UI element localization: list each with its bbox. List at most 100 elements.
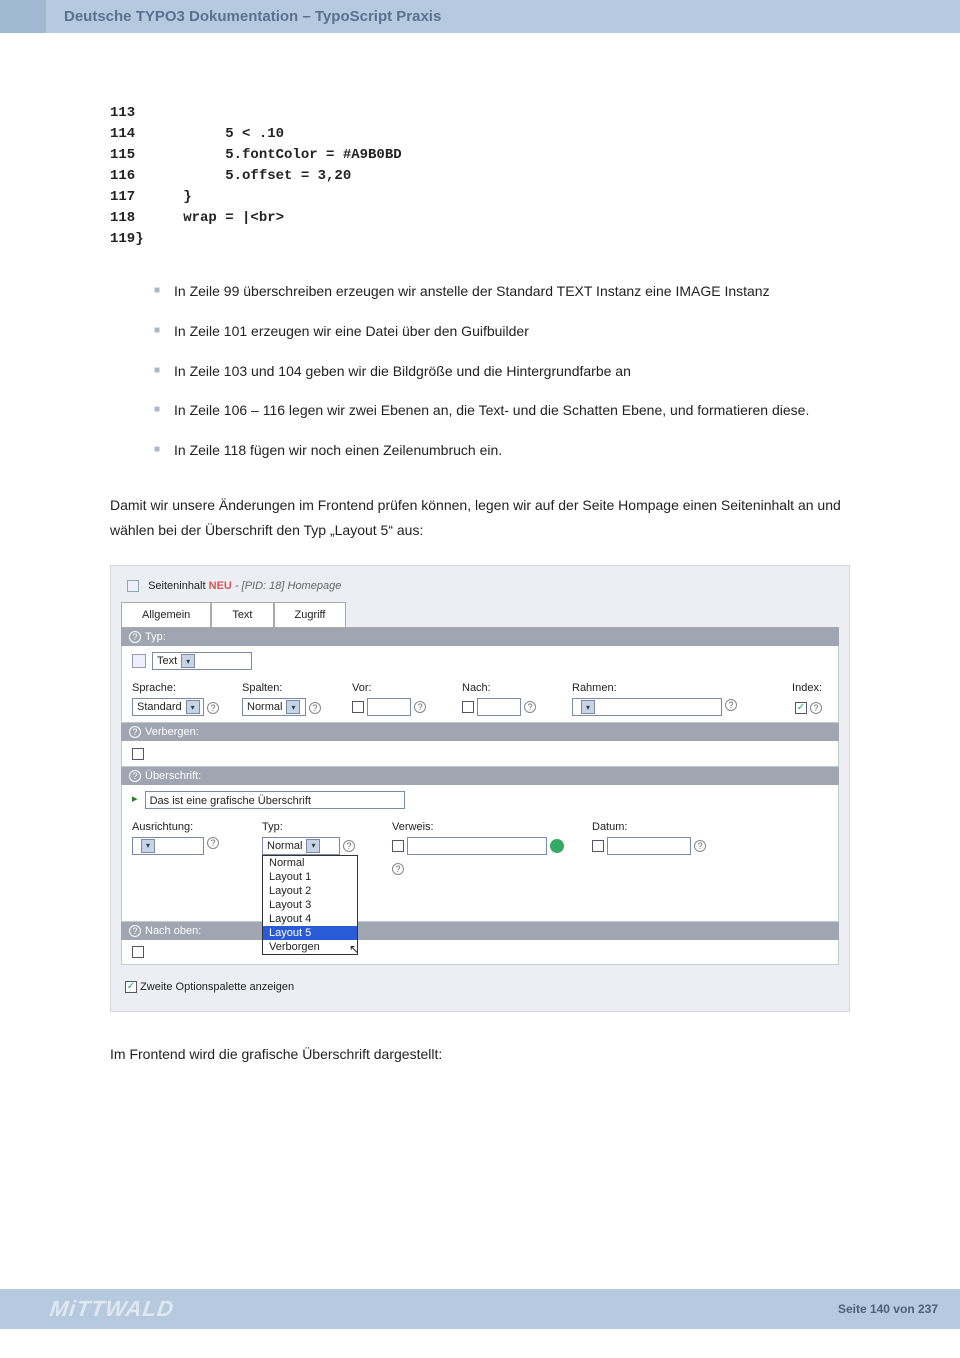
second-palette-option[interactable]: Zweite Optionspalette anzeigen [121, 981, 839, 993]
datum-checkbox[interactable] [592, 840, 604, 852]
lbl-vor: Vor: [352, 682, 462, 694]
help-icon[interactable]: ? [207, 702, 219, 714]
sec-typ-label: Typ: [145, 631, 166, 643]
layout-dropdown[interactable]: NormalLayout 1Layout 2Layout 3Layout 4La… [262, 855, 358, 955]
type-value: Text [157, 655, 177, 667]
sec-verbergen-label: Verbergen: [145, 726, 199, 738]
document-content: 113114 5 < .10115 5.fontColor = #A9B0BD1… [0, 33, 960, 1129]
help-icon[interactable]: ? [810, 702, 822, 714]
dropdown-option[interactable]: Layout 4 [263, 912, 357, 926]
code-line: 116 5.offset = 3,20 [110, 166, 850, 187]
link-wizard-icon[interactable] [550, 839, 564, 853]
verweis-input[interactable] [407, 837, 547, 855]
second-palette-label: Zweite Optionspalette anzeigen [140, 981, 294, 993]
lbl-index: Index: [762, 682, 822, 694]
sprache-select[interactable]: Standard▾ [132, 698, 204, 716]
vor-checkbox[interactable] [352, 701, 364, 713]
nachoben-checkbox[interactable] [132, 946, 144, 958]
help-icon[interactable]: ? [694, 840, 706, 852]
title-prefix: Seiteninhalt [148, 580, 206, 592]
lbl-ausrichtung: Ausrichtung: [132, 821, 262, 833]
code-line: 115 5.fontColor = #A9B0BD [110, 145, 850, 166]
lbl-nach: Nach: [462, 682, 572, 694]
title-pid: - [PID: 18] Homepage [235, 580, 341, 592]
dropdown-option[interactable]: Layout 1 [263, 870, 357, 884]
bullet-list: In Zeile 99 überschreiben erzeugen wir a… [154, 280, 850, 463]
help-icon[interactable]: ? [725, 699, 737, 711]
title-new: NEU [209, 580, 232, 592]
mittwald-logo: MiTTWALD [48, 1296, 176, 1322]
expand-icon[interactable]: ▸ [132, 793, 138, 805]
dropdown-option[interactable]: Layout 5 [263, 926, 357, 940]
sec-uberschrift-label: Überschrift: [145, 770, 201, 782]
code-line: 118 wrap = |<br> [110, 208, 850, 229]
chevron-down-icon: ▾ [186, 700, 200, 714]
second-palette-checkbox[interactable] [125, 981, 137, 993]
list-item: In Zeile 106 – 116 legen wir zwei Ebenen… [154, 399, 850, 423]
lbl-sprache: Sprache: [132, 682, 242, 694]
lbl-verweis: Verweis: [392, 821, 592, 833]
document-footer: MiTTWALD Seite 140 von 237 [0, 1289, 960, 1329]
datum-input[interactable] [607, 837, 691, 855]
lbl-spalten: Spalten: [242, 682, 352, 694]
paragraph-1: Damit wir unsere Änderungen im Frontend … [110, 493, 850, 543]
text-type-icon [132, 654, 146, 668]
uberschrift-input[interactable]: Das ist eine grafische Überschrift [145, 791, 405, 809]
help-icon[interactable]: ? [343, 840, 355, 852]
tab-zugriff[interactable]: Zugriff [274, 602, 347, 627]
record-title: Seiteninhalt NEU - [PID: 18] Homepage [121, 576, 839, 602]
lbl-datum: Datum: [592, 821, 732, 833]
section-verbergen-body [121, 741, 839, 766]
lbl-rahmen: Rahmen: [572, 682, 762, 694]
list-item: In Zeile 99 überschreiben erzeugen wir a… [154, 280, 850, 304]
section-verbergen-head: ?Verbergen: [121, 723, 839, 741]
dropdown-option[interactable]: Layout 3 [263, 898, 357, 912]
nach-input[interactable] [477, 698, 521, 716]
help-icon[interactable]: ? [524, 701, 536, 713]
document-header: Deutsche TYPO3 Dokumentation – TypoScrip… [0, 0, 960, 33]
tab-bar: AllgemeinTextZugriff [121, 602, 839, 628]
cursor-icon: ↖ [349, 942, 359, 956]
nach-checkbox[interactable] [462, 701, 474, 713]
verbergen-checkbox[interactable] [132, 748, 144, 760]
content-icon [127, 580, 139, 592]
typo3-screenshot: Seiteninhalt NEU - [PID: 18] Homepage Al… [110, 565, 850, 1011]
chevron-down-icon: ▾ [141, 839, 155, 853]
section-uberschrift-body: ▸ Das ist eine grafische Überschrift Aus… [121, 785, 839, 922]
chevron-down-icon: ▾ [286, 700, 300, 714]
lbl-typ2: Typ: [262, 821, 392, 833]
tab-text[interactable]: Text [211, 602, 273, 627]
type-select[interactable]: Text ▾ [152, 652, 252, 670]
ausrichtung-select[interactable]: ▾ [132, 837, 204, 855]
dropdown-option[interactable]: Verborgen [263, 940, 357, 954]
chevron-down-icon: ▾ [581, 700, 595, 714]
layout-type-select[interactable]: Normal▾ [262, 837, 340, 855]
list-item: In Zeile 101 erzeugen wir eine Datei übe… [154, 320, 850, 344]
spalten-select[interactable]: Normal▾ [242, 698, 306, 716]
section-typ-head: ?Typ: [121, 628, 839, 646]
rahmen-select[interactable]: ▾ [572, 698, 722, 716]
dropdown-option[interactable]: Layout 2 [263, 884, 357, 898]
help-icon[interactable]: ? [414, 701, 426, 713]
section-typ-body: Text ▾ Sprache: Spalten: Vor: Nach: Rahm… [121, 646, 839, 723]
code-line: 114 5 < .10 [110, 124, 850, 145]
verweis-checkbox[interactable] [392, 840, 404, 852]
code-block: 113114 5 < .10115 5.fontColor = #A9B0BD1… [110, 103, 850, 250]
help-icon[interactable]: ? [392, 863, 404, 875]
vor-input[interactable] [367, 698, 411, 716]
help-icon[interactable]: ? [207, 837, 219, 849]
tab-allgemein[interactable]: Allgemein [121, 602, 211, 627]
code-line: 113 [110, 103, 850, 124]
index-checkbox[interactable] [795, 702, 807, 714]
list-item: In Zeile 103 und 104 geben wir die Bildg… [154, 360, 850, 384]
section-uberschrift-head: ?Überschrift: [121, 767, 839, 785]
sec-nachoben-label: Nach oben: [145, 925, 201, 937]
code-line: 117 } [110, 187, 850, 208]
header-title: Deutsche TYPO3 Dokumentation – TypoScrip… [64, 8, 441, 25]
section-nachoben-body [121, 940, 839, 965]
dropdown-option[interactable]: Normal [263, 856, 357, 870]
chevron-down-icon: ▾ [306, 839, 320, 853]
help-icon[interactable]: ? [309, 702, 321, 714]
list-item: In Zeile 118 fügen wir noch einen Zeilen… [154, 439, 850, 463]
chevron-down-icon: ▾ [181, 654, 195, 668]
